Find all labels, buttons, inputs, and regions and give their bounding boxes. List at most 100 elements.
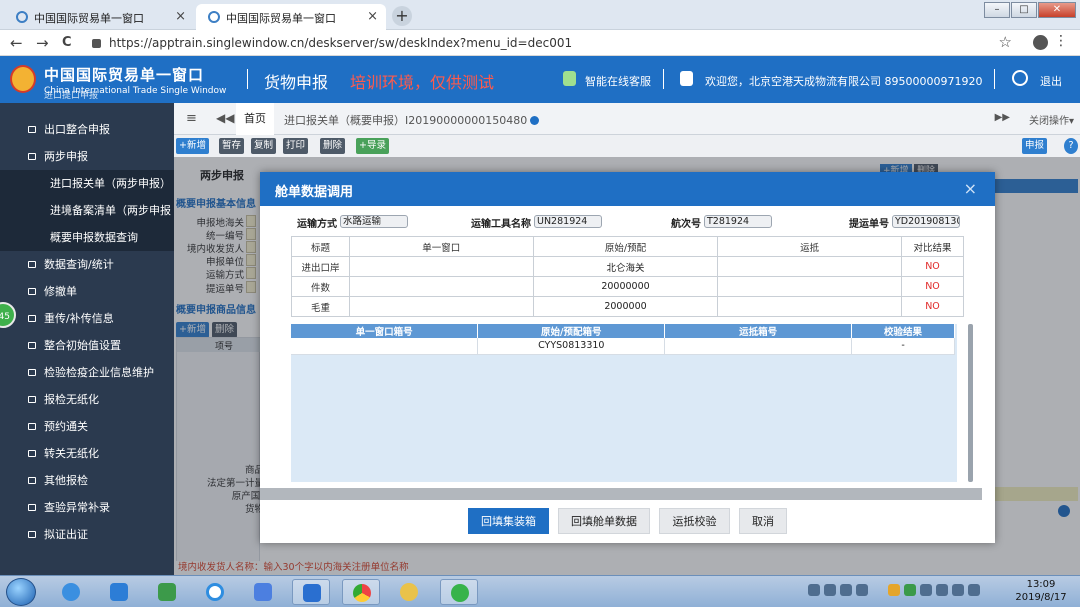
sidebar-item-appointment[interactable]: 预约通关 bbox=[0, 413, 174, 440]
power-icon[interactable] bbox=[1012, 70, 1028, 86]
close-tab-icon[interactable]: × bbox=[367, 9, 378, 24]
arrow-in-icon bbox=[28, 450, 36, 457]
horizontal-scrollbar[interactable] bbox=[260, 488, 982, 500]
close-tab-icon[interactable]: × bbox=[175, 9, 186, 24]
cancel-button[interactable]: 取消 bbox=[739, 508, 787, 534]
help-icon[interactable]: ? bbox=[1064, 138, 1078, 154]
pin-icon[interactable] bbox=[840, 584, 852, 596]
dialog-close-icon[interactable]: × bbox=[964, 179, 977, 198]
sidebar-item-data-query[interactable]: 数据查询/统计 bbox=[0, 251, 174, 278]
window-close-button[interactable]: ✕ bbox=[1038, 2, 1076, 18]
bill-number-input[interactable]: YD2019081304 bbox=[892, 215, 960, 228]
minimize-button[interactable]: – bbox=[984, 2, 1010, 18]
flag-icon[interactable] bbox=[920, 584, 932, 596]
print-button[interactable]: 打印 bbox=[283, 138, 309, 154]
browser-tab-1[interactable]: 中国国际贸易单一窗口 × bbox=[4, 4, 194, 30]
save-draft-button[interactable]: 暂存 bbox=[219, 138, 245, 154]
welcome-text: 欢迎您，北京空港天成物流有限公司 89500000971920 bbox=[705, 75, 983, 88]
tabs-back-icon[interactable]: ◀◀ bbox=[216, 111, 234, 125]
arrival-check-button[interactable]: 运抵校验 bbox=[659, 508, 730, 534]
sidebar-sub-summary-query[interactable]: 概要申报数据查询 bbox=[0, 224, 174, 251]
app-bird-icon bbox=[254, 583, 272, 601]
windows-start-icon[interactable] bbox=[6, 578, 36, 606]
arrow-in-icon bbox=[28, 288, 36, 295]
arrow-in-icon bbox=[28, 315, 36, 322]
help-tray-icon[interactable] bbox=[824, 584, 836, 596]
taskbar-paint[interactable] bbox=[390, 579, 428, 605]
arrow-in-icon bbox=[28, 477, 36, 484]
close-operations-dropdown[interactable]: 关闭操作▾ bbox=[1029, 112, 1074, 127]
tab-import-declaration[interactable]: 进口报关单（概要申报）I20190000000150480 bbox=[284, 112, 540, 128]
online-service-link[interactable]: 智能在线客服 bbox=[585, 73, 651, 89]
profile-icon[interactable] bbox=[1033, 35, 1048, 50]
import-record-button[interactable]: +导录 bbox=[356, 138, 389, 154]
antivirus-icon[interactable] bbox=[904, 584, 916, 596]
browser-menu-icon[interactable]: ⋮ bbox=[1054, 33, 1068, 49]
vertical-scrollbar[interactable] bbox=[968, 324, 973, 482]
declare-button[interactable]: 申报 bbox=[1022, 138, 1048, 154]
cell-single-window-box bbox=[291, 338, 479, 355]
arrow-in-icon bbox=[28, 261, 36, 268]
chrome-icon bbox=[353, 584, 371, 602]
fill-container-button[interactable]: 回填集装箱 bbox=[468, 508, 549, 534]
column-header: 校验结果 bbox=[851, 324, 955, 338]
sidebar-item-retransmit[interactable]: 重传/补传信息 bbox=[0, 305, 174, 332]
sidebar-item-label: 重传/补传信息 bbox=[44, 312, 114, 325]
window-controls: – □ ✕ bbox=[984, 2, 1076, 18]
sidebar-item-export-integrated[interactable]: 出口整合申报 bbox=[0, 116, 174, 143]
taskbar-app-flower[interactable] bbox=[196, 579, 234, 605]
taskbar-wps[interactable] bbox=[292, 579, 330, 605]
sidebar-item-label: 转关无纸化 bbox=[44, 447, 99, 460]
field-label: 航次号 bbox=[671, 219, 701, 230]
vessel-name-input[interactable]: UN281924 bbox=[534, 215, 602, 228]
sidebar-item-certificate[interactable]: 拟证出证 bbox=[0, 521, 174, 548]
arrow-up-icon[interactable] bbox=[856, 584, 868, 596]
taskbar-chrome[interactable] bbox=[342, 579, 380, 605]
tabs-forward-icon[interactable]: ▶▶ bbox=[995, 112, 1010, 123]
sidebar-item-withdraw[interactable]: 修撤单 bbox=[0, 278, 174, 305]
taskbar-app-r[interactable] bbox=[148, 579, 186, 605]
tab-home[interactable]: 首页 bbox=[236, 103, 274, 135]
taskbar-wechat[interactable] bbox=[440, 579, 478, 605]
close-tab-icon[interactable] bbox=[530, 116, 540, 125]
sidebar-item-two-step[interactable]: 两步申报 bbox=[0, 143, 174, 170]
maximize-button[interactable]: □ bbox=[1011, 2, 1037, 18]
table-row[interactable]: CYYS0813310 - bbox=[291, 338, 955, 355]
column-header: 对比结果 bbox=[901, 236, 964, 257]
transport-mode-input[interactable]: 水路运输 bbox=[340, 215, 408, 228]
logout-link[interactable]: 退出 bbox=[1040, 73, 1062, 89]
taskbar-app-bird[interactable] bbox=[244, 579, 282, 605]
reload-icon[interactable]: C bbox=[62, 35, 72, 50]
voyage-number-input[interactable]: T281924 bbox=[704, 215, 772, 228]
forward-icon[interactable]: → bbox=[36, 34, 49, 52]
sidebar-item-exception-entry[interactable]: 查验异常补录 bbox=[0, 494, 174, 521]
sidebar-item-initial-settings[interactable]: 整合初始值设置 bbox=[0, 332, 174, 359]
keyboard-icon[interactable] bbox=[808, 584, 820, 596]
sidebar-item-partial[interactable]: 进口提口申报 bbox=[0, 91, 174, 105]
sidebar-sub-entry-list[interactable]: 进境备案清单（两步申报 bbox=[0, 197, 174, 224]
url-field[interactable]: https://apptrain.singlewindow.cn/deskser… bbox=[92, 34, 992, 52]
fill-manifest-button[interactable]: 回填舱单数据 bbox=[558, 508, 650, 534]
browser-tab-2[interactable]: 中国国际贸易单一窗口 × bbox=[196, 4, 386, 30]
sidebar-sub-import-declaration[interactable]: 进口报关单（两步申报） bbox=[0, 170, 174, 197]
delete-button[interactable]: 删除 bbox=[320, 138, 346, 154]
bookmark-star-icon[interactable]: ☆ bbox=[999, 33, 1012, 51]
cell-single-window bbox=[348, 276, 534, 297]
sidebar-item-transit-paperless[interactable]: 转关无纸化 bbox=[0, 440, 174, 467]
menu-toggle-icon[interactable]: ≡ bbox=[186, 111, 197, 126]
network-icon[interactable] bbox=[952, 584, 964, 596]
back-icon[interactable]: ← bbox=[10, 34, 23, 52]
volume-icon[interactable] bbox=[968, 584, 980, 596]
sidebar-item-paperless-inspection[interactable]: 报检无纸化 bbox=[0, 386, 174, 413]
taskbar-explorer[interactable] bbox=[100, 579, 138, 605]
taskbar-ie[interactable] bbox=[52, 579, 90, 605]
system-clock[interactable]: 13:09 2019/8/17 bbox=[1010, 578, 1072, 604]
sidebar-item-inspection-info[interactable]: 检验检疫企业信息维护 bbox=[0, 359, 174, 386]
add-button[interactable]: +新增 bbox=[176, 138, 209, 154]
sidebar-item-other-inspection[interactable]: 其他报检 bbox=[0, 467, 174, 494]
security-icon[interactable] bbox=[888, 584, 900, 596]
clock-date: 2019/8/17 bbox=[1015, 592, 1067, 603]
copy-button[interactable]: 复制 bbox=[251, 138, 277, 154]
display-icon[interactable] bbox=[936, 584, 948, 596]
new-tab-button[interactable]: + bbox=[392, 6, 412, 26]
